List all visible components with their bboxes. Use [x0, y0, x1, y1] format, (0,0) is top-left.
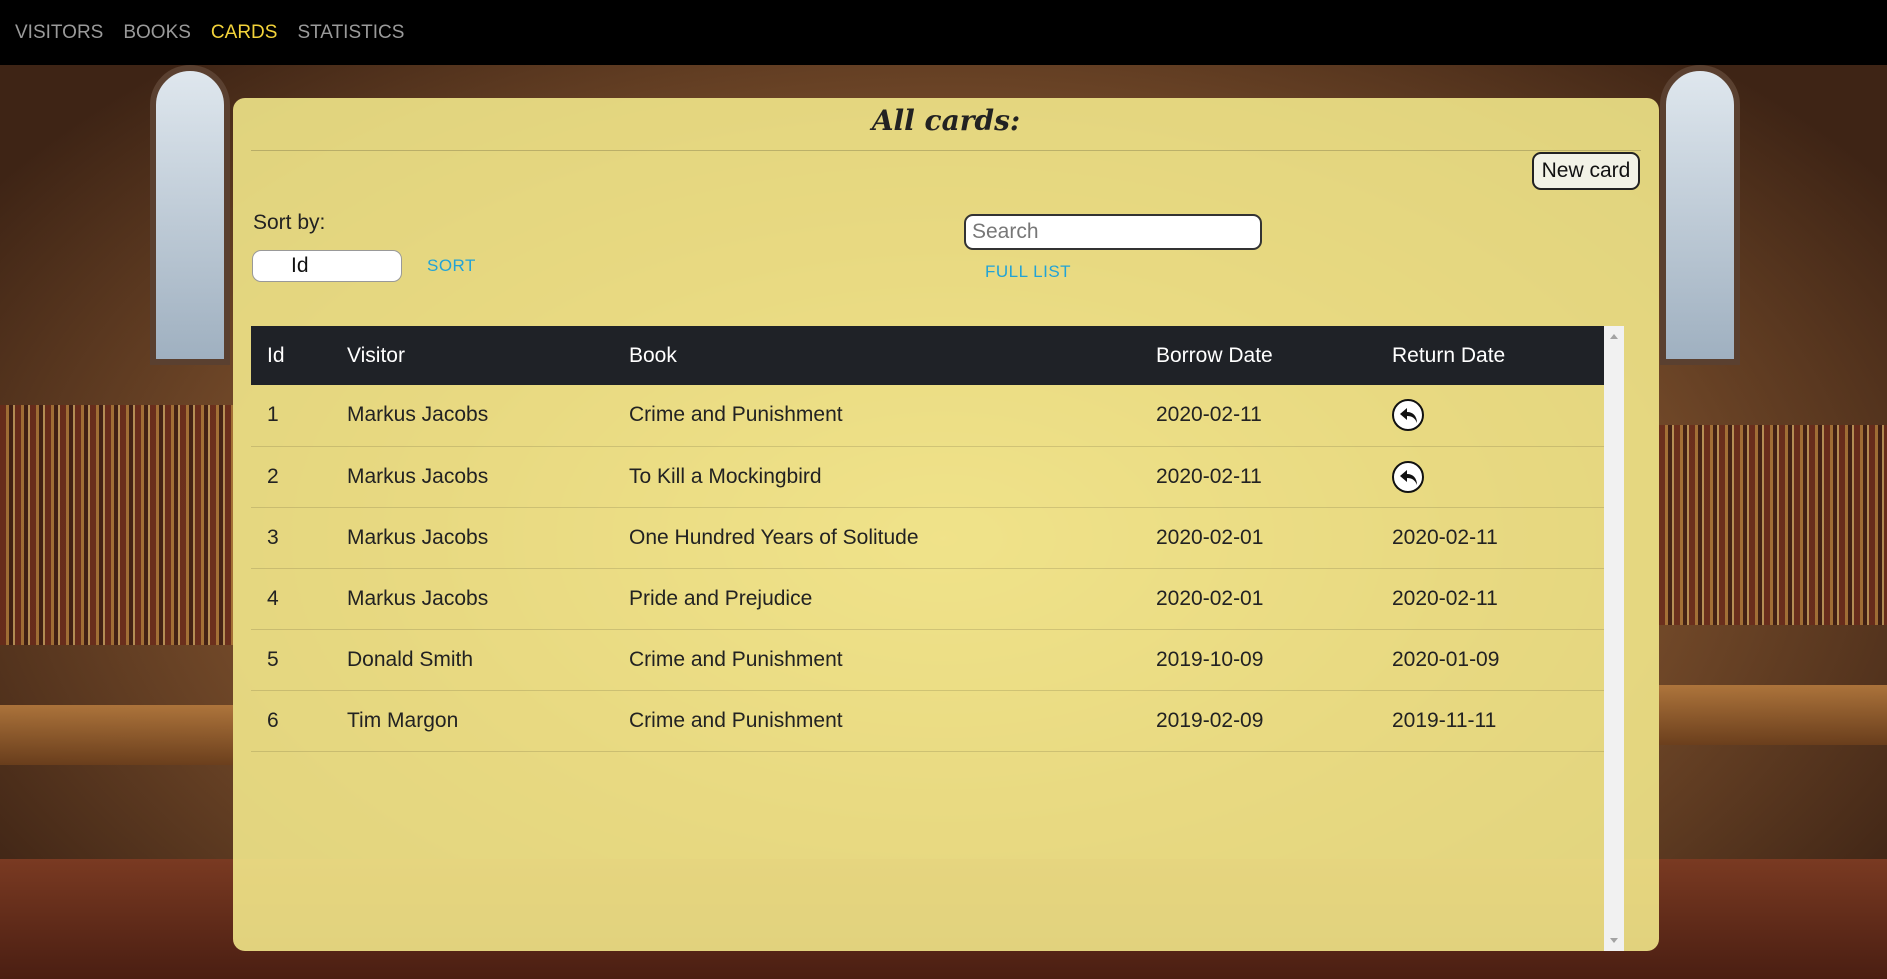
table-row: 4 Markus Jacobs Pride and Prejudice 2020… — [251, 568, 1604, 630]
header-id: Id — [267, 343, 285, 367]
table-row: 5 Donald Smith Crime and Punishment 2019… — [251, 629, 1604, 691]
cell-borrow-date: 2020-02-01 — [1140, 568, 1376, 630]
table-row: 3 Markus Jacobs One Hundred Years of Sol… — [251, 507, 1604, 569]
cards-table-container[interactable]: Id Visitor Book Borrow Date Return Date … — [251, 326, 1624, 951]
cell-return-date — [1376, 385, 1604, 447]
title-divider — [251, 150, 1641, 151]
cell-return-date: 2019-11-11 — [1376, 690, 1604, 752]
cell-id: 1 — [251, 385, 331, 447]
cell-visitor: Markus Jacobs — [331, 446, 613, 508]
table-row: 1 Markus Jacobs Crime and Punishment 202… — [251, 385, 1604, 447]
cell-id: 3 — [251, 507, 331, 569]
cell-borrow-date: 2019-10-09 — [1140, 629, 1376, 691]
cell-borrow-date: 2020-02-11 — [1140, 446, 1376, 508]
cell-visitor: Tim Margon — [331, 690, 613, 752]
cell-book: Crime and Punishment — [613, 385, 1140, 447]
sort-button[interactable]: SORT — [427, 256, 476, 276]
cell-borrow-date: 2020-02-11 — [1140, 385, 1376, 447]
cell-visitor: Markus Jacobs — [331, 568, 613, 630]
search-input[interactable] — [964, 214, 1262, 250]
header-borrow-date: Borrow Date — [1156, 343, 1273, 367]
cell-return-date: 2020-02-11 — [1376, 568, 1604, 630]
cell-id: 4 — [251, 568, 331, 630]
scroll-up-arrow-icon[interactable] — [1610, 334, 1618, 339]
cell-book: Crime and Punishment — [613, 629, 1140, 691]
nav-visitors[interactable]: VISITORS — [15, 22, 103, 44]
nav-books[interactable]: BOOKS — [123, 22, 191, 44]
cell-visitor: Markus Jacobs — [331, 507, 613, 569]
cell-id: 2 — [251, 446, 331, 508]
cell-id: 6 — [251, 690, 331, 752]
sort-label: Sort by: — [253, 211, 326, 234]
header-visitor: Visitor — [347, 343, 405, 367]
full-list-button[interactable]: FULL LIST — [985, 262, 1071, 282]
nav-statistics[interactable]: STATISTICS — [297, 22, 404, 44]
table-header-row: Id Visitor Book Borrow Date Return Date — [251, 326, 1604, 385]
cell-book: To Kill a Mockingbird — [613, 446, 1140, 508]
return-arrow-icon[interactable] — [1392, 460, 1424, 493]
cell-borrow-date: 2020-02-01 — [1140, 507, 1376, 569]
new-card-button[interactable]: New card — [1532, 152, 1640, 190]
cell-visitor: Donald Smith — [331, 629, 613, 691]
page-title: All cards: — [871, 104, 1021, 137]
sort-select[interactable]: Id — [252, 250, 402, 282]
cell-return-date — [1376, 446, 1604, 508]
top-navbar: VISITORS BOOKS CARDS STATISTICS — [0, 0, 1887, 65]
header-book: Book — [629, 343, 677, 367]
nav-cards[interactable]: CARDS — [211, 22, 278, 44]
table-row: 2 Markus Jacobs To Kill a Mockingbird 20… — [251, 446, 1604, 508]
scroll-down-arrow-icon[interactable] — [1610, 938, 1618, 943]
cell-visitor: Markus Jacobs — [331, 385, 613, 447]
cell-return-date: 2020-02-11 — [1376, 507, 1604, 569]
table-row: 6 Tim Margon Crime and Punishment 2019-0… — [251, 690, 1604, 752]
return-arrow-icon[interactable] — [1392, 399, 1424, 432]
cell-book: One Hundred Years of Solitude — [613, 507, 1140, 569]
cell-return-date: 2020-01-09 — [1376, 629, 1604, 691]
cards-panel: All cards: New card Sort by: Id SORT FUL… — [233, 98, 1659, 951]
cell-id: 5 — [251, 629, 331, 691]
cell-book: Crime and Punishment — [613, 690, 1140, 752]
cards-table: Id Visitor Book Borrow Date Return Date … — [251, 326, 1604, 752]
cell-borrow-date: 2019-02-09 — [1140, 690, 1376, 752]
header-return-date: Return Date — [1392, 343, 1506, 367]
table-scrollbar[interactable] — [1604, 326, 1624, 951]
cell-book: Pride and Prejudice — [613, 568, 1140, 630]
